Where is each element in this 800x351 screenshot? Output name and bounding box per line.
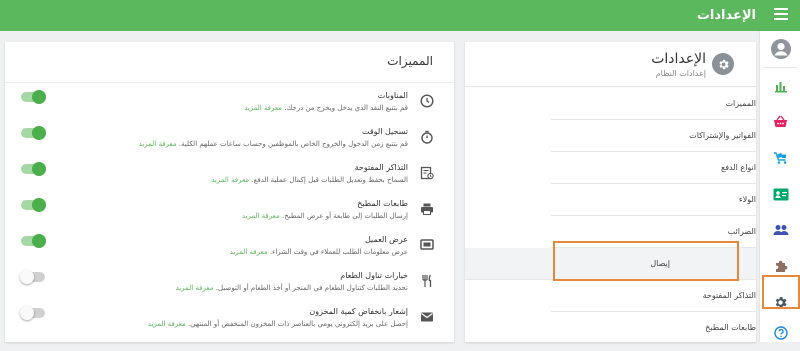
feature-title: طابعات المطبخ — [357, 199, 408, 208]
feature-toggle[interactable] — [21, 234, 46, 248]
feature-title: التذاكر المفتوحة — [354, 163, 408, 172]
feature-toggle[interactable] — [21, 126, 46, 140]
feature-description: قم بتتبع النقد الذي يدخل ويخرج من درجك. … — [244, 104, 408, 112]
active-nav-highlight — [762, 275, 800, 309]
stopwatch-icon — [421, 130, 433, 144]
feature-row-customer-display: عرض العميل عرض معلومات الطلب للعملاء في … — [5, 232, 454, 268]
settings-item-billing[interactable]: الفواتير والإشتراكات — [551, 120, 756, 152]
learn-more-link[interactable]: معرفة المزيد — [242, 212, 280, 220]
bar-chart-icon — [774, 82, 787, 93]
nav-rail — [759, 31, 800, 342]
learn-more-link[interactable]: معرفة المزيد — [148, 320, 186, 328]
nav-account[interactable] — [760, 31, 800, 67]
basket-icon — [774, 115, 787, 127]
feature-toggle[interactable] — [21, 90, 46, 104]
feature-title: تسجيل الوقت — [361, 127, 408, 136]
feature-toggle[interactable] — [21, 198, 46, 212]
clock-icon — [420, 94, 434, 108]
settings-item-kitchen-printers[interactable]: طابعات المطبخ — [551, 312, 756, 344]
nav-employees[interactable] — [760, 176, 800, 212]
feature-title: خيارات تناول الطعام — [340, 271, 408, 280]
feature-row-dining-options: خيارات تناول الطعام تحديد الطلبات كتناول… — [5, 268, 454, 304]
user-avatar-icon — [770, 39, 791, 59]
settings-subtitle: إعدادات النظام — [655, 69, 706, 78]
features-card: المميزات المناوبات قم بتتبع النقد الذي ي… — [5, 42, 454, 342]
nav-customers[interactable] — [760, 212, 800, 248]
users-icon — [773, 225, 788, 235]
nav-inventory[interactable] — [760, 140, 800, 176]
feature-row-shifts: المناوبات قم بتتبع النقد الذي يدخل ويخرج… — [5, 88, 454, 124]
feature-toggle[interactable] — [20, 270, 45, 284]
feature-title: إشعار بانخفاض كمية المخزون — [309, 307, 408, 316]
hamburger-menu-icon[interactable] — [774, 8, 788, 22]
feature-description: عرض معلومات الطلب للعملاء في وقت الشراء.… — [229, 248, 408, 256]
settings-title: الإعدادات — [651, 51, 706, 67]
features-title: المميزات — [387, 54, 433, 68]
top-bar: الإعدادات — [0, 0, 800, 31]
utensils-icon — [422, 274, 432, 287]
feature-row-low-stock: إشعار بانخفاض كمية المخزون إحصل على بريد… — [5, 304, 454, 340]
feature-row-kitchen-printers: طابعات المطبخ إرسال الطلبات إلى طابعة أو… — [5, 196, 454, 232]
puzzle-icon — [775, 260, 787, 272]
feature-row-time-clock: تسجيل الوقت قم بتتبع زمن الدخول والخروج … — [5, 124, 454, 160]
feature-description: إرسال الطلبات إلى طابعة أو عرض المطبخ. م… — [241, 212, 408, 220]
learn-more-link[interactable]: معرفة المزيد — [244, 104, 282, 112]
feature-toggle[interactable] — [21, 162, 46, 176]
feature-row-open-tickets: التذاكر المفتوحة السماح بحفظ وتعديل الطل… — [5, 160, 454, 196]
settings-item-open-tickets[interactable]: التذاكر المفتوحة — [551, 280, 756, 312]
feature-toggle[interactable] — [20, 306, 45, 320]
feature-description: تحديد الطلبات كتناول الطعام في المتجر أو… — [175, 284, 408, 292]
receipt-highlight-box — [553, 241, 739, 281]
id-card-icon — [773, 188, 788, 200]
feature-description: السماح بحفظ وتعديل الطلبات قبل إكمال عمل… — [211, 176, 408, 184]
printer-icon — [421, 203, 433, 215]
help-icon — [773, 326, 788, 340]
ticket-icon — [420, 166, 434, 180]
learn-more-link[interactable]: معرفة المزيد — [211, 176, 249, 184]
settings-item-payment-types[interactable]: انواع الدفع — [551, 152, 756, 184]
learn-more-link[interactable]: معرفة المزيد — [230, 248, 268, 256]
feature-title: عرض العميل — [364, 235, 408, 244]
page-title: الإعدادات — [696, 8, 756, 23]
settings-item-loyalty[interactable]: الولاء — [551, 184, 756, 216]
nav-help[interactable] — [760, 315, 800, 351]
settings-list-card: الإعدادات إعدادات النظام المميزات الفوات… — [465, 42, 756, 344]
mail-icon — [421, 312, 433, 322]
learn-more-link[interactable]: معرفة المزيد — [139, 140, 177, 148]
settings-gear-icon — [712, 53, 734, 75]
settings-item-features[interactable]: المميزات — [551, 88, 756, 120]
feature-description: قم بتتبع زمن الدخول والخروج الخاص بالموظ… — [138, 140, 408, 148]
feature-title: المناوبات — [377, 91, 408, 100]
nav-reports[interactable] — [760, 68, 800, 104]
cart-icon — [774, 152, 787, 164]
feature-description: إحصل على بريد إلكتروني يومي بالعناصر ذات… — [147, 320, 408, 328]
nav-sales[interactable] — [760, 104, 800, 140]
display-icon — [420, 239, 434, 250]
settings-card-header: الإعدادات إعدادات النظام — [465, 42, 756, 87]
learn-more-link[interactable]: معرفة المزيد — [176, 284, 214, 292]
